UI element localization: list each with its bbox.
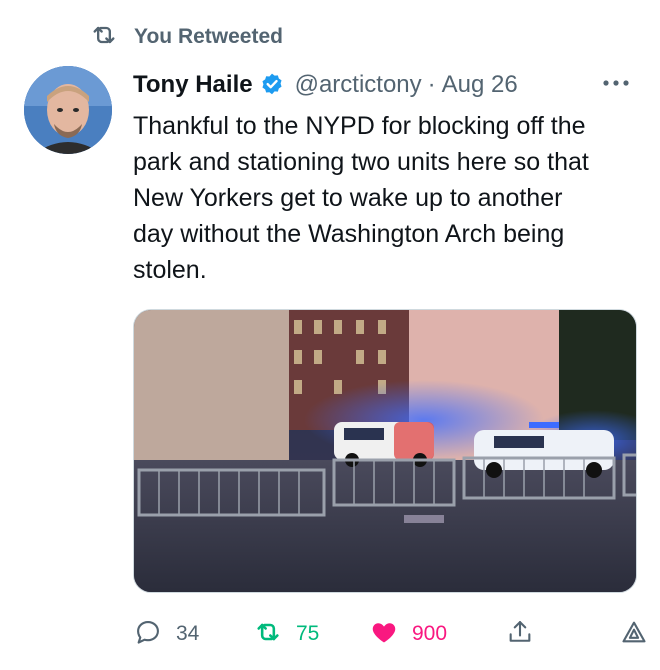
reply-icon xyxy=(134,618,162,651)
retweet-header[interactable]: You Retweeted xyxy=(90,22,283,52)
tweet-text-line: stolen. xyxy=(133,256,207,284)
share-button[interactable] xyxy=(506,617,534,651)
verified-badge-icon xyxy=(259,72,285,98)
like-count: 900 xyxy=(412,622,448,645)
like-button[interactable]: 900 xyxy=(370,617,447,651)
separator: · xyxy=(427,71,436,98)
heart-icon xyxy=(370,618,398,651)
tweet-text-line: park and stationing two units here so th… xyxy=(133,148,589,176)
tweet-text: Thankful to the NYPD for blocking off th… xyxy=(133,108,643,288)
tweet-text-line: Thankful to the NYPD for blocking off th… xyxy=(133,112,586,140)
reply-button[interactable]: 34 xyxy=(134,617,199,651)
tweet-date[interactable]: Aug 26 xyxy=(442,71,518,99)
more-icon xyxy=(602,74,630,92)
retweet-icon xyxy=(254,618,282,651)
more-options-button[interactable] xyxy=(596,68,636,98)
tweet-photo[interactable] xyxy=(133,309,637,593)
author-name[interactable]: Tony Haile xyxy=(133,71,253,99)
reply-count: 34 xyxy=(176,622,200,645)
retweet-label: You Retweeted xyxy=(134,25,283,48)
tweet-header: Tony Haile @arctictony · Aug 26 xyxy=(133,68,518,102)
avatar[interactable] xyxy=(24,66,112,154)
tweet-text-line: New Yorkers get to wake up to another xyxy=(133,184,563,212)
share-icon xyxy=(506,618,534,651)
analytics-button[interactable] xyxy=(620,617,648,651)
retweet-button[interactable]: 75 xyxy=(254,617,319,651)
retweet-icon xyxy=(90,21,118,54)
author-handle[interactable]: @arctictony xyxy=(295,71,422,99)
retweet-count: 75 xyxy=(296,622,320,645)
tweet-text-line: day without the Washington Arch being xyxy=(133,220,565,248)
analytics-icon xyxy=(620,618,648,651)
